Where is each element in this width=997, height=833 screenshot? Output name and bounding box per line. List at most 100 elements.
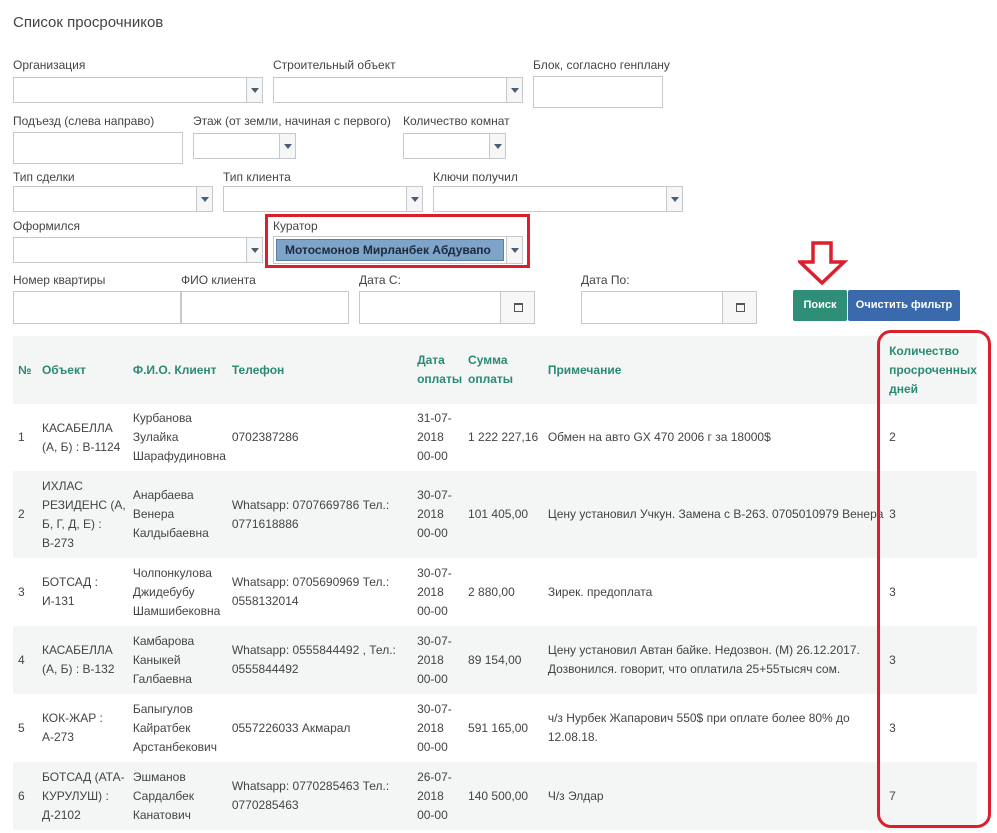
deal-type-select[interactable]: [13, 186, 213, 212]
cell-object: БОТСАД : И-131: [41, 575, 98, 608]
date-from-label: Дата С:: [359, 273, 401, 287]
cell-note: Ч/з Элдар: [542, 762, 885, 830]
chevron-down-icon[interactable]: [506, 78, 522, 102]
table-row[interactable]: 3 БОТСАД : И-131 Чолпонкулова Джидебубу …: [13, 558, 977, 626]
cell-phone: Whatsapp: 0707669786 Тел.: 0771618886: [226, 471, 413, 558]
overdue-table: № Объект Ф.И.О. Клиент Телефон Дата опла…: [13, 336, 977, 830]
cell-no: 3: [18, 584, 25, 599]
cell-client: Анарбаева Венера Калдыбаевна: [127, 471, 227, 558]
cell-client: Камбарова Каныкей Галбаевна: [127, 626, 227, 694]
client-name-label: ФИО клиента: [181, 273, 256, 287]
header-pay-date: Дата оплаты: [412, 336, 464, 404]
cell-amount: 140 500,00: [463, 762, 543, 830]
date-from-input[interactable]: [359, 291, 535, 324]
header-phone: Телефон: [226, 336, 413, 404]
cell-no: 6: [13, 762, 37, 830]
cell-client: Эшманов Сардалбек Канатович: [127, 762, 227, 830]
header-amount: Сумма оплаты: [463, 336, 543, 404]
header-no: №: [13, 336, 37, 404]
table-row[interactable]: 1 КАСАБЕЛЛА (А, Б) : В-1124 Курбанова Зу…: [13, 404, 977, 471]
organization-select[interactable]: [13, 77, 263, 103]
calendar-icon[interactable]: [722, 292, 756, 323]
cell-note: Цену установил Автан байке. Недозвон. (М…: [542, 626, 885, 694]
cell-phone: Whatsapp: 0555844492 , Тел.: 0555844492: [226, 626, 413, 694]
chevron-down-icon[interactable]: [246, 78, 262, 102]
apartment-no-label: Номер квартиры: [13, 273, 106, 287]
block-input[interactable]: [533, 76, 663, 108]
table-row[interactable]: 6 БОТСАД (АТА-КУРУЛУШ) : Д-2102 Эшманов …: [13, 762, 977, 830]
chevron-down-icon[interactable]: [279, 134, 295, 158]
cell-amount: 89 154,00: [463, 626, 543, 694]
cell-amount: 1 222 227,16: [468, 430, 539, 444]
cell-date: 30-07-2018 00-00: [417, 565, 452, 618]
calendar-icon[interactable]: [500, 292, 534, 323]
cell-no: 4: [13, 626, 37, 694]
cell-note: ч/з Нурбек Жапарович 550$ при оплате бол…: [547, 711, 850, 744]
header-note: Примечание: [542, 336, 885, 404]
overdue-column-highlight-box: [877, 330, 991, 828]
table-row[interactable]: 5 КОК-ЖАР : А-273 Бапыгулов Кайратбек Ар…: [13, 694, 977, 762]
cell-phone: Whatsapp: 0705690969 Тел.: 0558132014: [231, 575, 390, 608]
rooms-select[interactable]: [403, 133, 506, 159]
cell-date: 30-07-2018 00-00: [412, 471, 464, 558]
cell-date: 30-07-2018 00-00: [412, 626, 464, 694]
header-client: Ф.И.О. Клиент: [127, 336, 227, 404]
clear-filter-button[interactable]: Очистить фильтр: [848, 290, 960, 321]
search-button[interactable]: Поиск: [793, 290, 847, 321]
construction-object-label: Строительный объект: [273, 58, 396, 72]
client-name-input[interactable]: [181, 291, 349, 324]
cell-phone: 0557226033 Акмарал: [231, 720, 351, 735]
cell-no: 2: [13, 471, 37, 558]
cell-object: КОК-ЖАР : А-273: [41, 711, 103, 744]
table-row[interactable]: 2 ИХЛАС РЕЗИДЕНС (А, Б, Г, Д, Е) : В-273…: [13, 471, 977, 558]
cell-no: 5: [18, 720, 25, 735]
page-title: Список просрочников: [13, 14, 164, 31]
date-to-label: Дата По:: [581, 273, 630, 287]
keys-received-select[interactable]: [433, 186, 683, 212]
cell-amount: 591 165,00: [468, 720, 529, 735]
curator-highlight-box: [265, 214, 530, 268]
cell-date: 26-07-2018 00-00: [412, 762, 464, 830]
cell-object: КАСАБЕЛЛА (А, Б) : В-132: [36, 626, 128, 694]
chevron-down-icon[interactable]: [246, 238, 262, 262]
entrance-label: Подъезд (слева направо): [13, 114, 155, 128]
cell-phone: 0702387286: [231, 430, 299, 444]
cell-phone: Whatsapp: 0770285463 Тел.: 0770285463: [226, 762, 413, 830]
chevron-down-icon[interactable]: [196, 187, 212, 211]
registered-label: Оформился: [13, 219, 81, 233]
apartment-no-input[interactable]: [13, 291, 181, 324]
registered-select[interactable]: [13, 237, 263, 263]
block-label: Блок, согласно генплану: [533, 58, 670, 72]
client-type-select[interactable]: [223, 186, 423, 212]
cell-object: ИХЛАС РЕЗИДЕНС (А, Б, Г, Д, Е) : В-273: [36, 471, 128, 558]
cell-client: Бапыгулов Кайратбек Арстанбекович: [132, 701, 217, 754]
construction-object-select[interactable]: [273, 77, 523, 103]
cell-date: 31-07-2018 00-00: [417, 411, 452, 463]
chevron-down-icon[interactable]: [489, 134, 505, 158]
chevron-down-icon[interactable]: [666, 187, 682, 211]
cell-note: Зирек. предоплата: [547, 584, 653, 599]
table-header-row: № Объект Ф.И.О. Клиент Телефон Дата опла…: [13, 336, 977, 404]
floor-select[interactable]: [193, 133, 296, 159]
entrance-input[interactable]: [13, 132, 183, 164]
deal-type-label: Тип сделки: [13, 170, 75, 184]
cell-note: Обмен на авто GX 470 2006 г за 18000$: [547, 430, 771, 444]
date-to-input[interactable]: [581, 291, 757, 324]
chevron-down-icon[interactable]: [406, 187, 422, 211]
client-type-label: Тип клиента: [223, 170, 291, 184]
cell-object: КАСАБЕЛЛА (А, Б) : В-1124: [41, 420, 121, 454]
cell-client: Чолпонкулова Джидебубу Шамшибековна: [132, 565, 221, 618]
cell-amount: 101 405,00: [463, 471, 543, 558]
cell-amount: 2 880,00: [468, 584, 515, 599]
rooms-label: Количество комнат: [403, 114, 510, 128]
table-row[interactable]: 4 КАСАБЕЛЛА (А, Б) : В-132 Камбарова Кан…: [13, 626, 977, 694]
cell-object: БОТСАД (АТА-КУРУЛУШ) : Д-2102: [36, 762, 128, 830]
arrow-down-annotation-icon: [798, 241, 848, 286]
floor-label: Этаж (от земли, начиная с первого): [193, 114, 391, 128]
cell-no: 1: [18, 430, 25, 444]
keys-received-label: Ключи получил: [433, 170, 518, 184]
organization-label: Организация: [13, 58, 86, 72]
cell-client: Курбанова Зулайка Шарафудиновна: [132, 411, 226, 463]
cell-note: Цену установил Учкун. Замена с В-263. 07…: [542, 471, 885, 558]
cell-date: 30-07-2018 00-00: [417, 701, 452, 754]
